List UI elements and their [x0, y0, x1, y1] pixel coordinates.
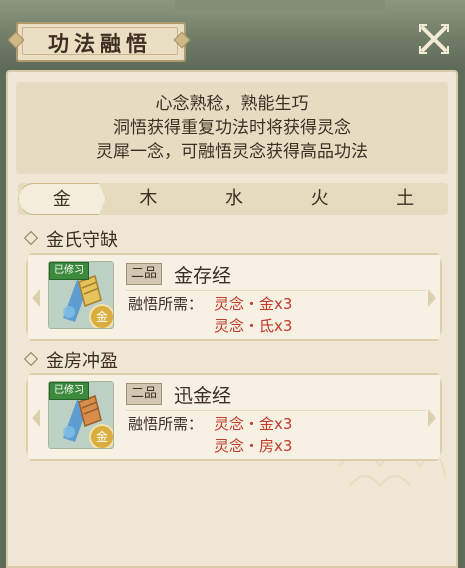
right-arrow-icon	[428, 289, 436, 307]
info-line-2: 洞悟获得重复功法时将获得灵念	[113, 118, 351, 138]
left-arrow-icon	[32, 409, 40, 427]
tab-earth[interactable]: 土	[362, 183, 448, 215]
element-badge: 金	[89, 304, 113, 328]
title-plate: 功法融悟	[7, 20, 191, 62]
tab-metal[interactable]: 金	[18, 183, 106, 215]
requirement-label: 融悟所需：	[128, 415, 204, 433]
info-box: 心念熟稔，熟能生巧 洞悟获得重复功法时将获得灵念 灵犀一念，可融悟灵念获得高品功…	[16, 82, 448, 174]
left-arrow-icon	[32, 289, 40, 307]
requirement-1: 灵念・金x3	[214, 295, 293, 313]
requirement-2: 灵念・氐x3	[214, 317, 293, 335]
close-button[interactable]	[417, 22, 451, 56]
learned-badge: 已修习	[49, 382, 89, 400]
skill-icon: 已修习 金	[48, 261, 114, 329]
grade-badge: 二品	[126, 263, 163, 285]
page-title: 功法融悟	[48, 31, 152, 56]
skill-card[interactable]: 已修习 金 二品 金存经 融悟所需： 灵念・金x3 灵念・氐x3	[26, 253, 442, 341]
diamond-icon	[23, 230, 39, 246]
section-title: 金氏守缺	[23, 226, 118, 252]
section-title: 金房冲盈	[23, 347, 118, 373]
close-icon	[419, 24, 449, 54]
info-line-1: 心念熟稔，熟能生巧	[155, 94, 309, 114]
diamond-icon	[23, 351, 39, 367]
divider	[126, 290, 426, 291]
skill-icon: 已修习 金	[48, 381, 114, 449]
skill-name: 金存经	[174, 265, 232, 287]
element-tabs: 金 木 水 火 土	[18, 183, 448, 215]
divider	[126, 410, 426, 411]
tab-wood[interactable]: 木	[106, 183, 192, 215]
grade-badge: 二品	[126, 383, 163, 405]
right-arrow-icon	[428, 409, 436, 427]
tab-fire[interactable]: 火	[277, 183, 363, 215]
learned-badge: 已修习	[49, 262, 89, 280]
skill-name: 迅金经	[174, 385, 232, 407]
tab-water[interactable]: 水	[191, 183, 277, 215]
requirement-1: 灵念・金x3	[214, 415, 293, 433]
requirement-label: 融悟所需：	[128, 295, 204, 313]
requirement-2: 灵念・房x3	[214, 437, 293, 455]
skill-card[interactable]: 已修习 金 二品 迅金经 融悟所需： 灵念・金x3 灵念・房x3	[26, 373, 442, 461]
element-badge: 金	[89, 424, 113, 448]
info-line-3: 灵犀一念，可融悟灵念获得高品功法	[96, 142, 368, 162]
